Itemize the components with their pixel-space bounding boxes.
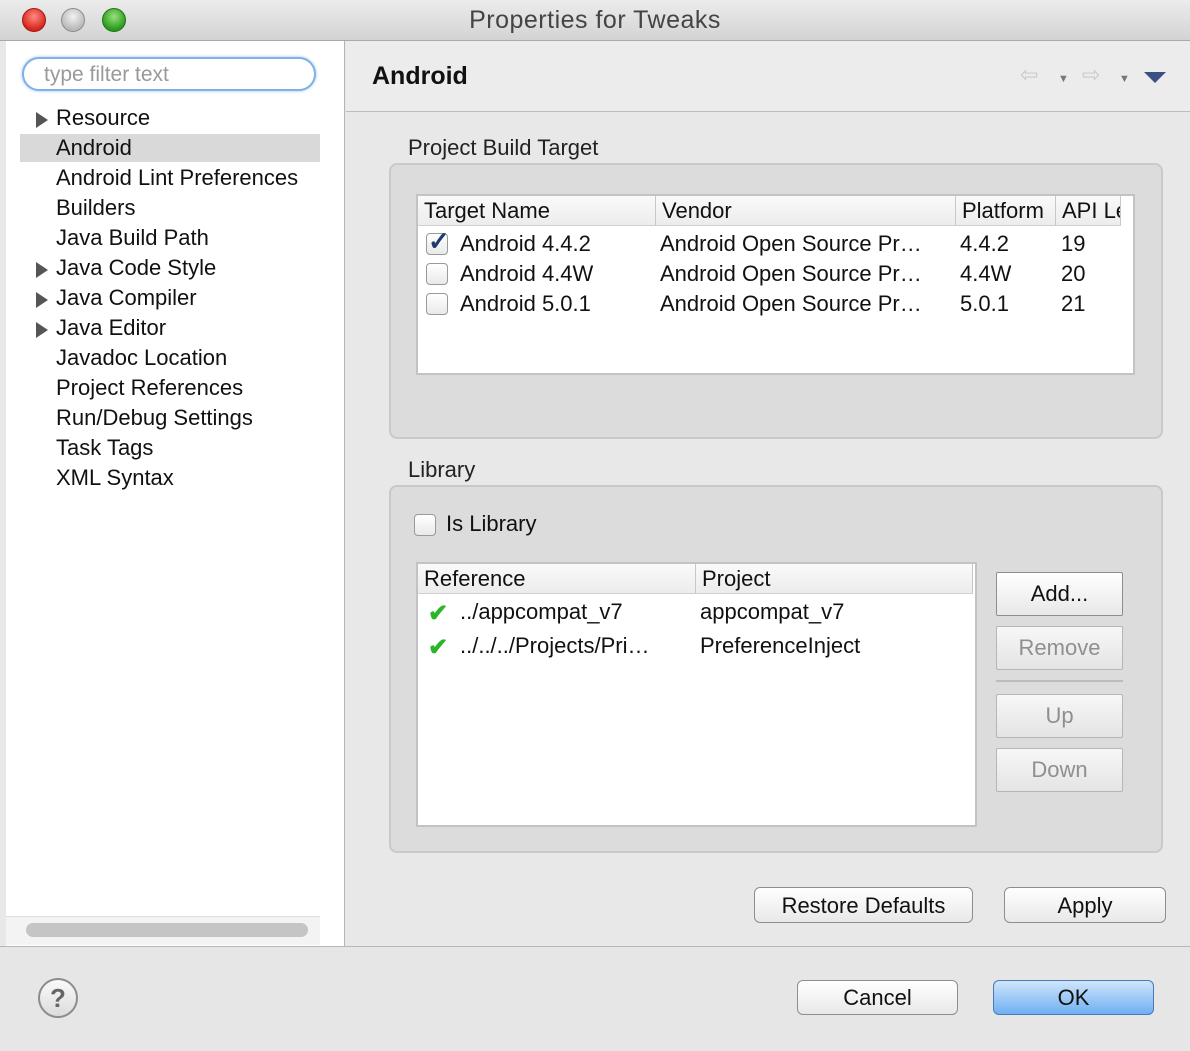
tree-item-label: Android bbox=[56, 135, 132, 160]
tree-item-label: Java Code Style bbox=[56, 255, 217, 280]
library-reference-table: Reference Project ✔ ../appcompat_v7 appcom… bbox=[416, 562, 977, 827]
tree-item-label: Java Editor bbox=[56, 315, 167, 340]
valid-reference-icon: ✔ bbox=[428, 634, 449, 661]
tree-item[interactable]: Java Editor bbox=[20, 314, 320, 342]
column-header-target-name[interactable]: Target Name bbox=[418, 196, 656, 226]
tree-item[interactable]: Java Code Style bbox=[20, 254, 320, 282]
target-checkbox[interactable] bbox=[426, 263, 448, 285]
column-header-api-level[interactable]: API Le bbox=[1056, 196, 1121, 226]
move-down-button[interactable]: Down bbox=[996, 748, 1123, 792]
tree-item[interactable]: Project References bbox=[20, 374, 320, 402]
remove-library-button[interactable]: Remove bbox=[996, 626, 1123, 670]
tree-item[interactable]: Android Lint Preferences bbox=[20, 164, 320, 192]
window-title: Properties for Tweaks bbox=[469, 6, 721, 34]
library-label: Library bbox=[408, 457, 476, 482]
tree-item[interactable]: Android bbox=[20, 134, 320, 162]
view-menu-icon[interactable] bbox=[1144, 72, 1166, 83]
tree-item-label: Android Lint Preferences bbox=[56, 165, 299, 190]
target-platform-cell: 4.4.2 bbox=[960, 231, 1009, 256]
tree-item[interactable]: Builders bbox=[20, 194, 320, 222]
column-header-project[interactable]: Project bbox=[696, 564, 973, 594]
column-header-reference[interactable]: Reference bbox=[418, 564, 696, 594]
column-header-vendor[interactable]: Vendor bbox=[656, 196, 956, 226]
page-title: Android bbox=[372, 62, 468, 90]
valid-reference-icon: ✔ bbox=[428, 600, 449, 627]
restore-defaults-button[interactable]: Restore Defaults bbox=[754, 887, 973, 923]
tree-item[interactable]: Java Compiler bbox=[20, 284, 320, 312]
target-vendor-cell: Android Open Source Pr… bbox=[660, 231, 922, 256]
help-icon[interactable]: ? bbox=[38, 978, 78, 1018]
back-dropdown-icon[interactable]: ▼ bbox=[1058, 73, 1069, 85]
expand-arrow-icon[interactable] bbox=[36, 262, 48, 278]
target-api-cell: 20 bbox=[1061, 261, 1086, 286]
ok-button[interactable]: OK bbox=[993, 980, 1154, 1015]
tree-item-label: Builders bbox=[56, 195, 136, 220]
expand-arrow-icon[interactable] bbox=[36, 112, 48, 128]
tree-item[interactable]: Run/Debug Settings bbox=[20, 404, 320, 432]
is-library-checkbox[interactable] bbox=[414, 514, 436, 536]
add-library-button[interactable]: Add... bbox=[996, 572, 1123, 616]
expand-arrow-icon[interactable] bbox=[36, 322, 48, 338]
tree-item-label: XML Syntax bbox=[56, 465, 174, 490]
target-checkbox[interactable] bbox=[426, 293, 448, 315]
build-target-label: Project Build Target bbox=[408, 135, 599, 160]
tree-item-label: Task Tags bbox=[56, 435, 154, 460]
tree-item[interactable]: Javadoc Location bbox=[20, 344, 320, 372]
move-up-button[interactable]: Up bbox=[996, 694, 1123, 738]
tree-item-label: Java Compiler bbox=[56, 285, 197, 310]
checkmark-icon: ✓ bbox=[428, 226, 450, 256]
forward-dropdown-icon[interactable]: ▼ bbox=[1119, 73, 1130, 85]
column-header-platform[interactable]: Platform bbox=[956, 196, 1056, 226]
target-platform-cell: 4.4W bbox=[960, 261, 1012, 286]
reference-cell: ../../../Projects/Pri… bbox=[460, 633, 650, 658]
forward-arrow-icon[interactable]: ⇨ bbox=[1082, 62, 1100, 88]
tree-item[interactable]: Task Tags bbox=[20, 434, 320, 462]
target-api-cell: 19 bbox=[1061, 231, 1086, 256]
target-vendor-cell: Android Open Source Pr… bbox=[660, 261, 922, 286]
tree-item-label: Resource bbox=[56, 105, 151, 130]
button-separator bbox=[996, 680, 1123, 682]
tree-item-label: Project References bbox=[56, 375, 244, 400]
reference-cell: ../appcompat_v7 bbox=[460, 599, 623, 624]
apply-button[interactable]: Apply bbox=[1004, 887, 1166, 923]
tree-item-label: Java Build Path bbox=[56, 225, 209, 250]
target-platform-cell: 5.0.1 bbox=[960, 291, 1009, 316]
tree-item[interactable]: Java Build Path bbox=[20, 224, 320, 252]
project-cell: PreferenceInject bbox=[700, 633, 861, 658]
tree-item-label: Javadoc Location bbox=[56, 345, 228, 370]
tree-item-label: Run/Debug Settings bbox=[56, 405, 253, 430]
is-library-label: Is Library bbox=[446, 511, 537, 536]
expand-arrow-icon[interactable] bbox=[36, 292, 48, 308]
filter-input[interactable]: type filter text bbox=[22, 57, 316, 91]
horizontal-scrollbar[interactable] bbox=[26, 923, 308, 937]
target-name-cell: Android 5.0.1 bbox=[460, 291, 591, 316]
target-vendor-cell: Android Open Source Pr… bbox=[660, 291, 922, 316]
build-target-table: Target Name Vendor Platform API Le ✓ Andr… bbox=[416, 194, 1135, 375]
tree-item[interactable]: Resource bbox=[20, 104, 320, 132]
project-cell: appcompat_v7 bbox=[700, 599, 845, 624]
target-checkbox[interactable]: ✓ bbox=[426, 226, 450, 256]
target-name-cell: Android 4.4.2 bbox=[460, 231, 591, 256]
back-arrow-icon[interactable]: ⇦ bbox=[1020, 62, 1038, 88]
cancel-button[interactable]: Cancel bbox=[797, 980, 958, 1015]
target-name-cell: Android 4.4W bbox=[460, 261, 594, 286]
target-api-cell: 21 bbox=[1061, 291, 1086, 316]
tree-item[interactable]: XML Syntax bbox=[20, 464, 320, 492]
